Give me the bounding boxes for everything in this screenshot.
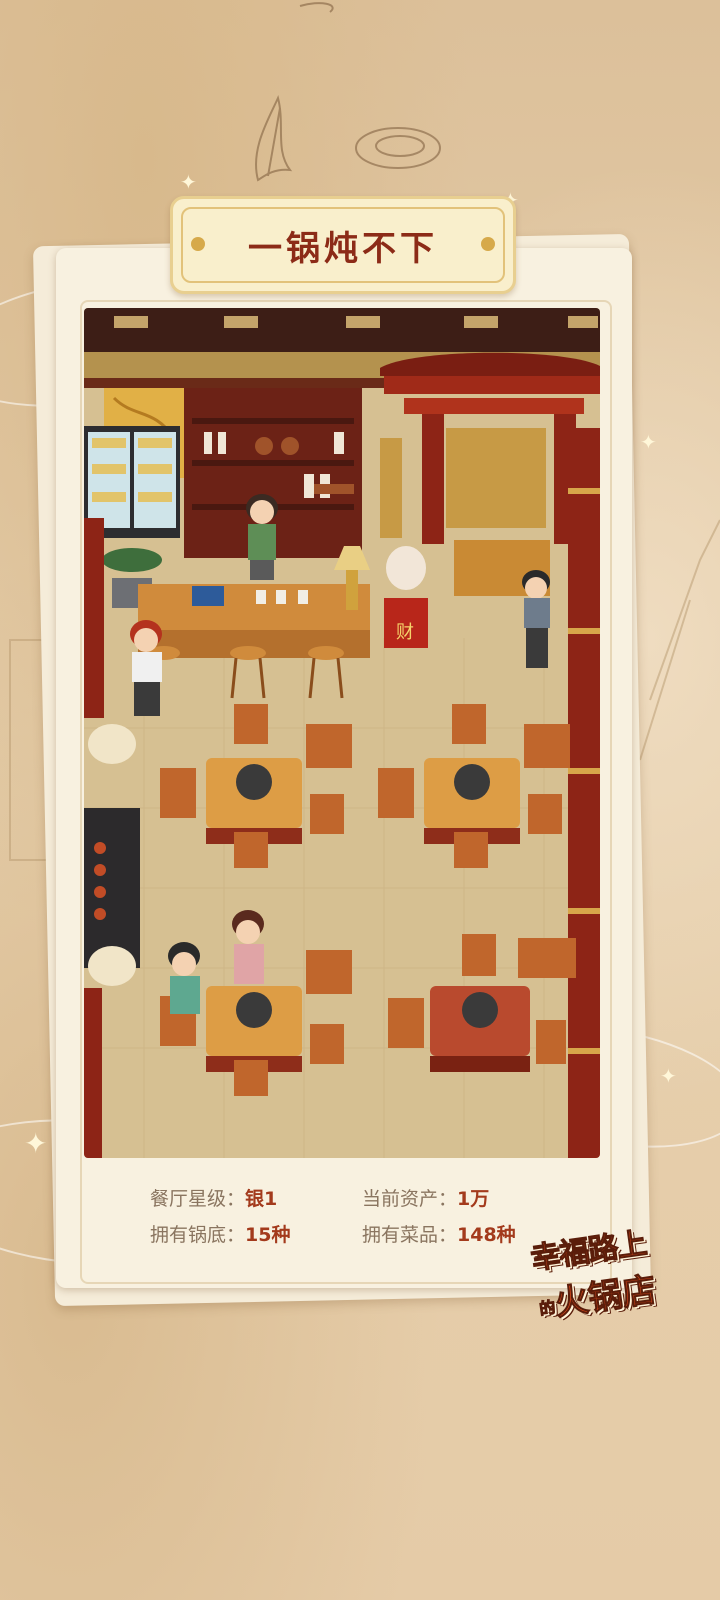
stat-assets-label: 当前资产：	[362, 1188, 458, 1210]
logo-line-2-main: 火锅店	[552, 1269, 660, 1324]
stat-assets: 当前资产：1万	[362, 1184, 489, 1211]
stat-star-value: 银1	[245, 1188, 278, 1210]
game-logo: 幸福路上 的火锅店	[522, 1218, 682, 1328]
dining-table-1	[206, 758, 302, 844]
stat-pots: 拥有锅底：15种	[150, 1220, 290, 1247]
stat-star-level: 餐厅星级：银1	[150, 1184, 277, 1211]
title-banner: 一锅炖不下	[170, 196, 516, 294]
stat-pots-label: 拥有锅底：	[150, 1224, 246, 1246]
dining-table-3	[206, 986, 302, 1072]
page-title: 一锅炖不下	[248, 229, 438, 269]
stat-dishes-label: 拥有菜品：	[362, 1224, 458, 1246]
restaurant-scene[interactable]: 财	[84, 308, 600, 1158]
restaurant-illustration: 财	[84, 308, 600, 1158]
stat-assets-value: 1万	[457, 1188, 490, 1210]
stat-pots-value: 15种	[245, 1224, 291, 1246]
cashier-sign: 财	[396, 622, 414, 643]
dining-table-2	[424, 758, 520, 844]
stat-dishes-value: 148种	[457, 1224, 516, 1246]
stat-dishes: 拥有菜品：148种	[362, 1220, 516, 1247]
waiter-character-left	[130, 620, 162, 716]
cashier-character	[246, 494, 278, 580]
waiter-character-right	[522, 570, 550, 668]
stat-star-label: 餐厅星级：	[150, 1188, 246, 1210]
dining-table-4	[430, 986, 530, 1072]
